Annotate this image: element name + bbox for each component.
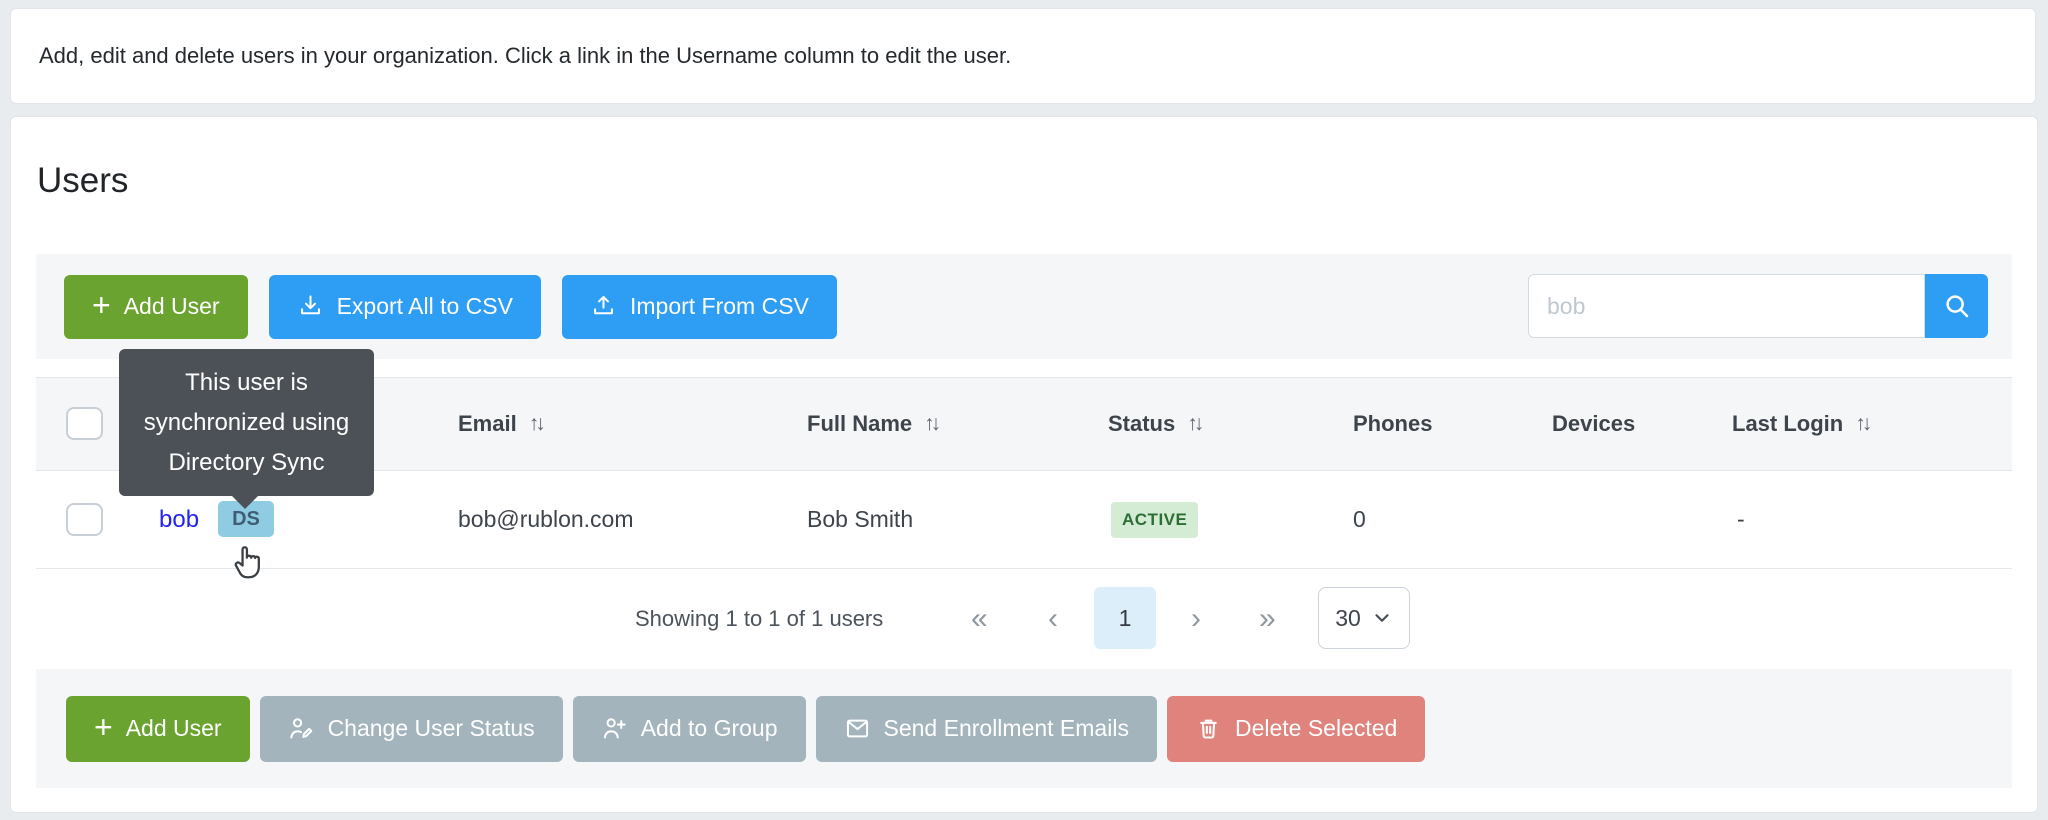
page-description: Add, edit and delete users in your organ… <box>39 43 1011 69</box>
search-button[interactable] <box>1925 274 1988 338</box>
users-admin-page: Add, edit and delete users in your organ… <box>0 0 2048 820</box>
header-email[interactable]: Email ↑↓ <box>458 378 542 470</box>
chevron-left-icon: ‹ <box>1048 602 1058 636</box>
select-all-checkbox[interactable] <box>66 407 103 440</box>
plus-icon: + <box>94 711 113 743</box>
search-input[interactable] <box>1528 274 1925 338</box>
search-group <box>1528 274 1988 338</box>
double-chevron-left-icon: « <box>971 602 988 636</box>
tooltip-line: Directory Sync <box>119 443 374 483</box>
pagination-summary: Showing 1 to 1 of 1 users <box>635 569 883 669</box>
add-user-bottom-label: Add User <box>126 715 222 742</box>
users-panel: Users + Add User Export All to CSV Impor… <box>10 116 2038 813</box>
add-user-label: Add User <box>124 293 220 320</box>
search-icon <box>1942 291 1972 321</box>
send-enrollment-emails-button[interactable]: Send Enrollment Emails <box>816 696 1157 762</box>
header-devices: Devices <box>1552 378 1635 470</box>
pagination-page-1[interactable]: 1 <box>1094 587 1156 649</box>
page-description-bar: Add, edit and delete users in your organ… <box>10 8 2036 104</box>
download-icon <box>297 293 324 320</box>
import-csv-button[interactable]: Import From CSV <box>562 275 837 339</box>
phones-cell: 0 <box>1353 471 1366 568</box>
pagination-prev-button[interactable]: ‹ <box>1048 569 1058 669</box>
bulk-actions-toolbar: + Add User Change User Status Add to Gro… <box>36 669 2012 788</box>
upload-icon <box>590 293 617 320</box>
pagination-first-button[interactable]: « <box>971 569 988 669</box>
plus-icon: + <box>92 289 111 321</box>
import-csv-label: Import From CSV <box>630 293 809 320</box>
header-phones: Phones <box>1353 378 1432 470</box>
add-user-button[interactable]: + Add User <box>64 275 248 339</box>
user-edit-icon <box>288 715 315 742</box>
pagination-next-button[interactable]: › <box>1191 569 1201 669</box>
sort-icon[interactable]: ↑↓ <box>529 412 542 436</box>
add-user-button-bottom[interactable]: + Add User <box>66 696 250 762</box>
status-cell: ACTIVE <box>1111 471 1198 568</box>
header-last-login[interactable]: Last Login ↑↓ <box>1732 378 1868 470</box>
full-name-cell: Bob Smith <box>807 471 913 568</box>
pagination: Showing 1 to 1 of 1 users « ‹ 1 › » 30 <box>36 569 2012 669</box>
top-toolbar: + Add User Export All to CSV Import From… <box>36 254 2012 359</box>
page-size-select[interactable]: 30 <box>1318 587 1410 649</box>
chevron-right-icon: › <box>1191 602 1201 636</box>
row-checkbox[interactable] <box>66 503 103 536</box>
tooltip-arrow <box>231 495 259 509</box>
page-size-value: 30 <box>1335 605 1361 632</box>
header-full-name[interactable]: Full Name ↑↓ <box>807 378 937 470</box>
pagination-last-button[interactable]: » <box>1259 569 1276 669</box>
delete-selected-button[interactable]: Delete Selected <box>1167 696 1425 762</box>
double-chevron-right-icon: » <box>1259 602 1276 636</box>
username-link[interactable]: bob <box>159 506 199 534</box>
sort-icon[interactable]: ↑↓ <box>1187 412 1200 436</box>
send-enrollment-emails-label: Send Enrollment Emails <box>884 715 1129 742</box>
page-title: Users <box>37 161 128 201</box>
delete-selected-label: Delete Selected <box>1235 715 1397 742</box>
trash-icon <box>1195 715 1222 742</box>
export-csv-button[interactable]: Export All to CSV <box>269 275 541 339</box>
user-plus-icon <box>601 715 628 742</box>
hand-cursor-pointer <box>231 535 273 586</box>
tooltip-line: This user is <box>119 363 374 403</box>
email-cell: bob@rublon.com <box>458 471 634 568</box>
directory-sync-tooltip: This user is synchronized using Director… <box>119 349 374 496</box>
chevron-down-icon <box>1371 607 1393 629</box>
export-csv-label: Export All to CSV <box>337 293 513 320</box>
change-user-status-label: Change User Status <box>328 715 535 742</box>
status-badge: ACTIVE <box>1111 502 1198 538</box>
add-to-group-button[interactable]: Add to Group <box>573 696 806 762</box>
sort-icon[interactable]: ↑↓ <box>1855 412 1868 436</box>
header-status[interactable]: Status ↑↓ <box>1108 378 1200 470</box>
last-login-cell: - <box>1737 471 1745 568</box>
envelope-icon <box>844 715 871 742</box>
tooltip-line: synchronized using <box>119 403 374 443</box>
sort-icon[interactable]: ↑↓ <box>924 412 937 436</box>
change-user-status-button[interactable]: Change User Status <box>260 696 563 762</box>
add-to-group-label: Add to Group <box>641 715 778 742</box>
